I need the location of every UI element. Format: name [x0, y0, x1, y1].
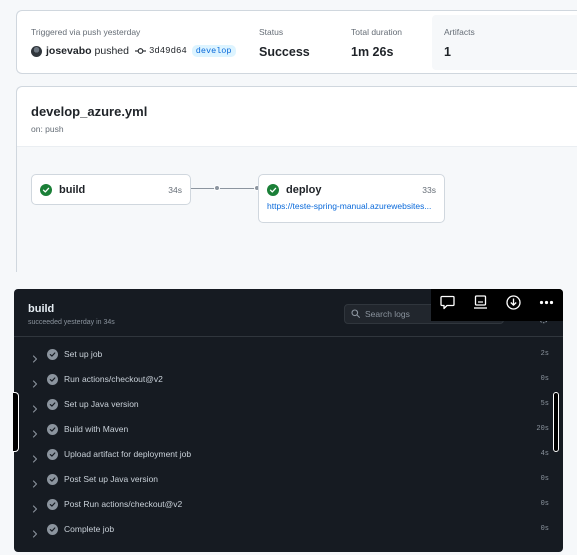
job-title: build — [28, 303, 55, 315]
screen-icon — [472, 294, 489, 316]
commit-sha-link[interactable]: 3d49d64 — [149, 46, 187, 56]
chevron-right-icon — [32, 525, 38, 543]
log-step-row[interactable]: Post Set up Java version 0s — [14, 467, 563, 492]
download-icon — [505, 294, 522, 316]
step-name: Upload artifact for deployment job — [64, 449, 192, 459]
workflow-file-name: develop_azure.yml — [31, 104, 148, 119]
job-name: deploy — [286, 184, 322, 196]
log-step-row[interactable]: Post Run actions/checkout@v2 0s — [14, 492, 563, 517]
step-name: Post Set up Java version — [64, 474, 159, 484]
more-button[interactable] — [530, 289, 563, 321]
job-log-panel: build succeeded yesterday in 34s Set up … — [14, 289, 563, 552]
download-button[interactable] — [497, 289, 530, 321]
job-duration: 34s — [168, 185, 182, 195]
deployment-url-link[interactable]: https://teste-spring-manual.azurewebsite… — [259, 201, 444, 211]
step-duration: 2s — [540, 350, 549, 358]
floating-toolbar — [431, 289, 563, 321]
step-name: Set up Java version — [64, 399, 139, 409]
log-step-row[interactable]: Set up job 2s — [14, 342, 563, 367]
status-value: Success — [259, 45, 310, 59]
chevron-right-icon — [32, 475, 38, 493]
duration-label: Total duration — [351, 27, 403, 37]
status-section: Status Success — [259, 27, 310, 59]
trigger-details: josevabo pushed 3d49d64 develop — [31, 45, 236, 57]
log-step-row[interactable]: Complete job 0s — [14, 517, 563, 542]
commit-icon — [134, 47, 146, 55]
actor-link[interactable]: josevabo — [46, 45, 92, 57]
job-name: build — [59, 184, 86, 196]
workflow-graph: develop_azure.yml on: push build 34s dep… — [16, 86, 577, 272]
action-text: pushed — [94, 45, 129, 57]
artifacts-section[interactable]: Artifacts 1 — [432, 15, 577, 70]
branch-badge[interactable]: develop — [191, 45, 236, 57]
chevron-right-icon — [32, 425, 38, 443]
log-step-row[interactable]: Upload artifact for deployment job 4s — [14, 442, 563, 467]
job-duration: 33s — [422, 185, 436, 195]
check-circle-icon — [47, 399, 58, 410]
left-scroll-handle[interactable] — [13, 392, 19, 452]
avatar[interactable] — [31, 45, 42, 57]
chevron-right-icon — [32, 500, 38, 518]
step-name: Complete job — [64, 524, 115, 534]
chevron-right-icon — [32, 375, 38, 393]
step-name: Set up job — [64, 349, 103, 359]
step-duration: 5s — [540, 400, 549, 408]
screen-button[interactable] — [464, 289, 497, 321]
job-connector — [191, 188, 259, 189]
log-step-row[interactable]: Run actions/checkout@v2 0s — [14, 367, 563, 392]
step-name: Post Run actions/checkout@v2 — [64, 499, 183, 509]
artifacts-label: Artifacts — [444, 27, 475, 37]
chevron-right-icon — [32, 400, 38, 418]
step-duration: 0s — [540, 500, 549, 508]
trigger-label: Triggered via push yesterday — [31, 27, 141, 37]
chevron-right-icon — [32, 350, 38, 368]
duration-section: Total duration 1m 26s — [351, 27, 402, 59]
check-circle-icon — [47, 449, 58, 460]
check-circle-icon — [47, 524, 58, 535]
comment-button[interactable] — [431, 289, 464, 321]
step-duration: 20s — [536, 425, 549, 433]
run-summary: Triggered via push yesterday josevabo pu… — [16, 10, 577, 74]
workflow-header: develop_azure.yml on: push — [17, 87, 577, 147]
comment-icon — [439, 294, 456, 316]
step-duration: 0s — [540, 375, 549, 383]
status-label: Status — [259, 27, 284, 37]
chevron-right-icon — [32, 450, 38, 468]
check-circle-icon — [47, 474, 58, 485]
search-icon — [351, 305, 360, 323]
right-scroll-handle[interactable] — [553, 392, 559, 452]
check-circle-icon — [267, 184, 279, 196]
log-step-row[interactable]: Set up Java version 5s — [14, 392, 563, 417]
step-name: Run actions/checkout@v2 — [64, 374, 163, 384]
job-node-build[interactable]: build 34s — [31, 174, 191, 205]
more-icon — [538, 294, 555, 316]
step-name: Build with Maven — [64, 424, 129, 434]
check-circle-icon — [47, 349, 58, 360]
trigger-section: Triggered via push yesterday josevabo pu… — [31, 27, 236, 57]
connector-dot — [214, 185, 220, 191]
step-duration: 4s — [540, 450, 549, 458]
artifacts-value: 1 — [444, 45, 451, 59]
check-circle-icon — [40, 184, 52, 196]
check-circle-icon — [47, 499, 58, 510]
step-duration: 0s — [540, 525, 549, 533]
log-step-row[interactable]: Build with Maven 20s — [14, 417, 563, 442]
job-node-deploy[interactable]: deploy 33s https://teste-spring-manual.a… — [258, 174, 445, 223]
step-duration: 0s — [540, 475, 549, 483]
job-subtitle: succeeded yesterday in 34s — [28, 319, 115, 326]
check-circle-icon — [47, 374, 58, 385]
check-circle-icon — [47, 424, 58, 435]
duration-value: 1m 26s — [351, 45, 394, 59]
workflow-trigger: on: push — [31, 124, 64, 134]
